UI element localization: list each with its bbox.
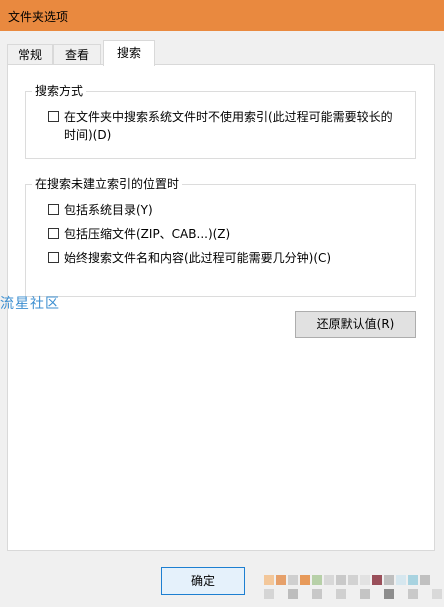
search-contents-checkbox[interactable] — [48, 252, 59, 263]
search-mode-group: 搜索方式 在文件夹中搜索系统文件时不使用索引(此过程可能需要较长的时间)(D) — [25, 83, 416, 159]
restore-defaults-button[interactable]: 还原默认值(R) — [295, 311, 416, 338]
watermark: 流星社区 — [0, 296, 60, 312]
search-mode-label: 搜索方式 — [32, 83, 87, 99]
include-system-dirs-checkbox[interactable] — [48, 204, 59, 215]
include-compressed-label: 包括压缩文件(ZIP、CAB...)(Z) — [64, 227, 231, 241]
non-indexed-group: 在搜索未建立索引的位置时 包括系统目录(Y) 包括压缩文件(ZIP、CAB...… — [25, 176, 416, 297]
tab-search[interactable]: 搜索 — [103, 40, 155, 66]
include-compressed-checkbox[interactable] — [48, 228, 59, 239]
title-bar[interactable]: 文件夹选项 — [0, 0, 444, 31]
ok-button[interactable]: 确定 — [161, 567, 245, 595]
window-title: 文件夹选项 — [8, 10, 69, 24]
include-system-dirs-label: 包括系统目录(Y) — [64, 203, 153, 217]
search-contents-label: 始终搜索文件名和内容(此过程可能需要几分钟)(C) — [64, 251, 332, 265]
tab-general[interactable]: 常规 — [7, 44, 53, 65]
no-index-checkbox[interactable] — [48, 111, 59, 122]
mosaic-overlay — [236, 555, 444, 607]
no-index-label: 在文件夹中搜索系统文件时不使用索引(此过程可能需要较长的时间)(D) — [64, 110, 393, 142]
tab-view[interactable]: 查看 — [53, 44, 101, 65]
non-indexed-label: 在搜索未建立索引的位置时 — [32, 176, 183, 192]
search-tab-panel: 搜索方式 在文件夹中搜索系统文件时不使用索引(此过程可能需要较长的时间)(D) … — [7, 64, 435, 551]
